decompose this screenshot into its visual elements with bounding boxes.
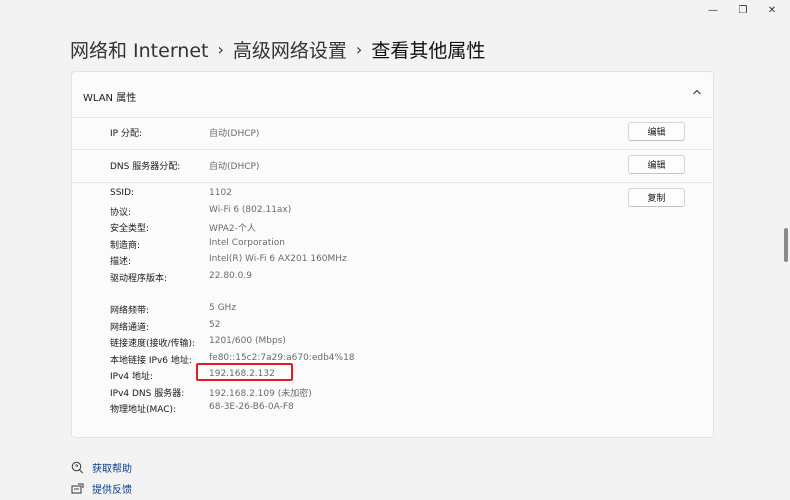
ipv4-highlight-box [196, 363, 293, 381]
description-label: 描述: [110, 257, 132, 267]
maximize-button[interactable]: ❐ [728, 0, 758, 20]
manufacturer-label: 制造商: [110, 241, 141, 251]
detail-row: 网络通道: 52 [72, 318, 713, 334]
security-type-value: WPA2-个人 [209, 224, 256, 234]
detail-row: 协议: Wi-Fi 6 (802.11ax) [72, 203, 713, 219]
divider [72, 149, 713, 150]
window-controls: — ❐ ✕ [698, 0, 790, 20]
manufacturer-value: Intel Corporation [209, 238, 285, 248]
give-feedback-link[interactable]: 提供反馈 [71, 480, 132, 496]
wlan-properties-header[interactable]: WLAN 属性 [72, 72, 713, 118]
detail-row: IPv4 地址: 192.168.2.132 [72, 367, 713, 383]
breadcrumb-separator: › [355, 39, 363, 59]
driver-version-label: 驱动程序版本: [110, 274, 168, 284]
detail-row: IPv4 DNS 服务器: 192.168.2.109 (未加密) [72, 384, 713, 400]
dns-assignment-row: DNS 服务器分配: 自动(DHCP) [72, 157, 713, 173]
ip-assignment-value: 自动(DHCP) [209, 129, 260, 139]
scrollbar-thumb[interactable] [784, 228, 788, 262]
ipv6-address-value: fe80::15c2:7a29:a670:edb4%18 [209, 353, 355, 363]
network-band-label: 网络频带: [110, 306, 150, 316]
divider [72, 182, 713, 183]
detail-row: 链接速度(接收/传输): 1201/600 (Mbps) [72, 334, 713, 350]
detail-row: 驱动程序版本: 22.80.0.9 [72, 269, 713, 285]
card-title: WLAN 属性 [83, 93, 137, 104]
link-speed-label: 链接速度(接收/传输): [110, 339, 196, 349]
ip-assignment-row: IP 分配: 自动(DHCP) [72, 124, 713, 140]
driver-version-value: 22.80.0.9 [209, 271, 252, 281]
detail-row: 物理地址(MAC): 68-3E-26-B6-0A-F8 [72, 400, 713, 416]
detail-row: 描述: Intel(R) Wi-Fi 6 AX201 160MHz [72, 252, 713, 268]
mac-address-value: 68-3E-26-B6-0A-F8 [209, 402, 294, 412]
ip-assignment-label: IP 分配: [110, 129, 142, 139]
help-chat-icon [71, 461, 84, 473]
network-channel-label: 网络通道: [110, 323, 150, 333]
description-value: Intel(R) Wi-Fi 6 AX201 160MHz [209, 254, 347, 264]
feedback-icon [71, 483, 84, 493]
breadcrumb-advanced-network-settings[interactable]: 高级网络设置 [233, 36, 347, 63]
breadcrumb-network-internet[interactable]: 网络和 Internet [70, 36, 208, 63]
network-channel-value: 52 [209, 320, 221, 330]
detail-row: 制造商: Intel Corporation [72, 236, 713, 252]
ssid-value: 1102 [209, 188, 232, 198]
detail-row: 网络频带: 5 GHz [72, 301, 713, 317]
security-type-label: 安全类型: [110, 224, 150, 234]
breadcrumb-separator: › [217, 39, 224, 59]
detail-row: SSID: 1102 [72, 186, 713, 202]
chevron-up-icon[interactable] [691, 86, 703, 98]
edit-dns-button[interactable]: 编辑 [628, 155, 685, 174]
close-button[interactable]: ✕ [758, 0, 786, 20]
ssid-label: SSID: [110, 188, 135, 198]
protocol-label: 协议: [110, 208, 132, 218]
edit-ip-button[interactable]: 编辑 [628, 122, 685, 141]
page-title: 查看其他属性 [371, 39, 486, 62]
give-feedback-label: 提供反馈 [92, 484, 132, 496]
minimize-button[interactable]: — [698, 0, 728, 20]
ipv6-address-label: 本地链接 IPv6 地址: [110, 356, 192, 366]
ipv4-address-label: IPv4 地址: [110, 372, 154, 382]
detail-row: 安全类型: WPA2-个人 [72, 219, 713, 235]
dns-assignment-value: 自动(DHCP) [209, 162, 260, 172]
network-band-value: 5 GHz [209, 303, 237, 313]
ipv4-dns-label: IPv4 DNS 服务器: [110, 389, 185, 399]
detail-row: 本地链接 IPv6 地址: fe80::15c2:7a29:a670:edb4%… [72, 351, 713, 367]
breadcrumb: 网络和 Internet › 高级网络设置 › 查看其他属性 [70, 34, 485, 64]
wlan-properties-card: WLAN 属性 IP 分配: 自动(DHCP) 编辑 DNS 服务器分配: 自动… [71, 71, 714, 438]
mac-address-label: 物理地址(MAC): [110, 405, 177, 415]
get-help-link[interactable]: 获取帮助 [71, 459, 132, 475]
protocol-value: Wi-Fi 6 (802.11ax) [209, 205, 292, 215]
link-speed-value: 1201/600 (Mbps) [209, 336, 286, 346]
get-help-label: 获取帮助 [92, 463, 132, 475]
ipv4-dns-value: 192.168.2.109 (未加密) [209, 389, 312, 399]
dns-assignment-label: DNS 服务器分配: [110, 162, 181, 172]
